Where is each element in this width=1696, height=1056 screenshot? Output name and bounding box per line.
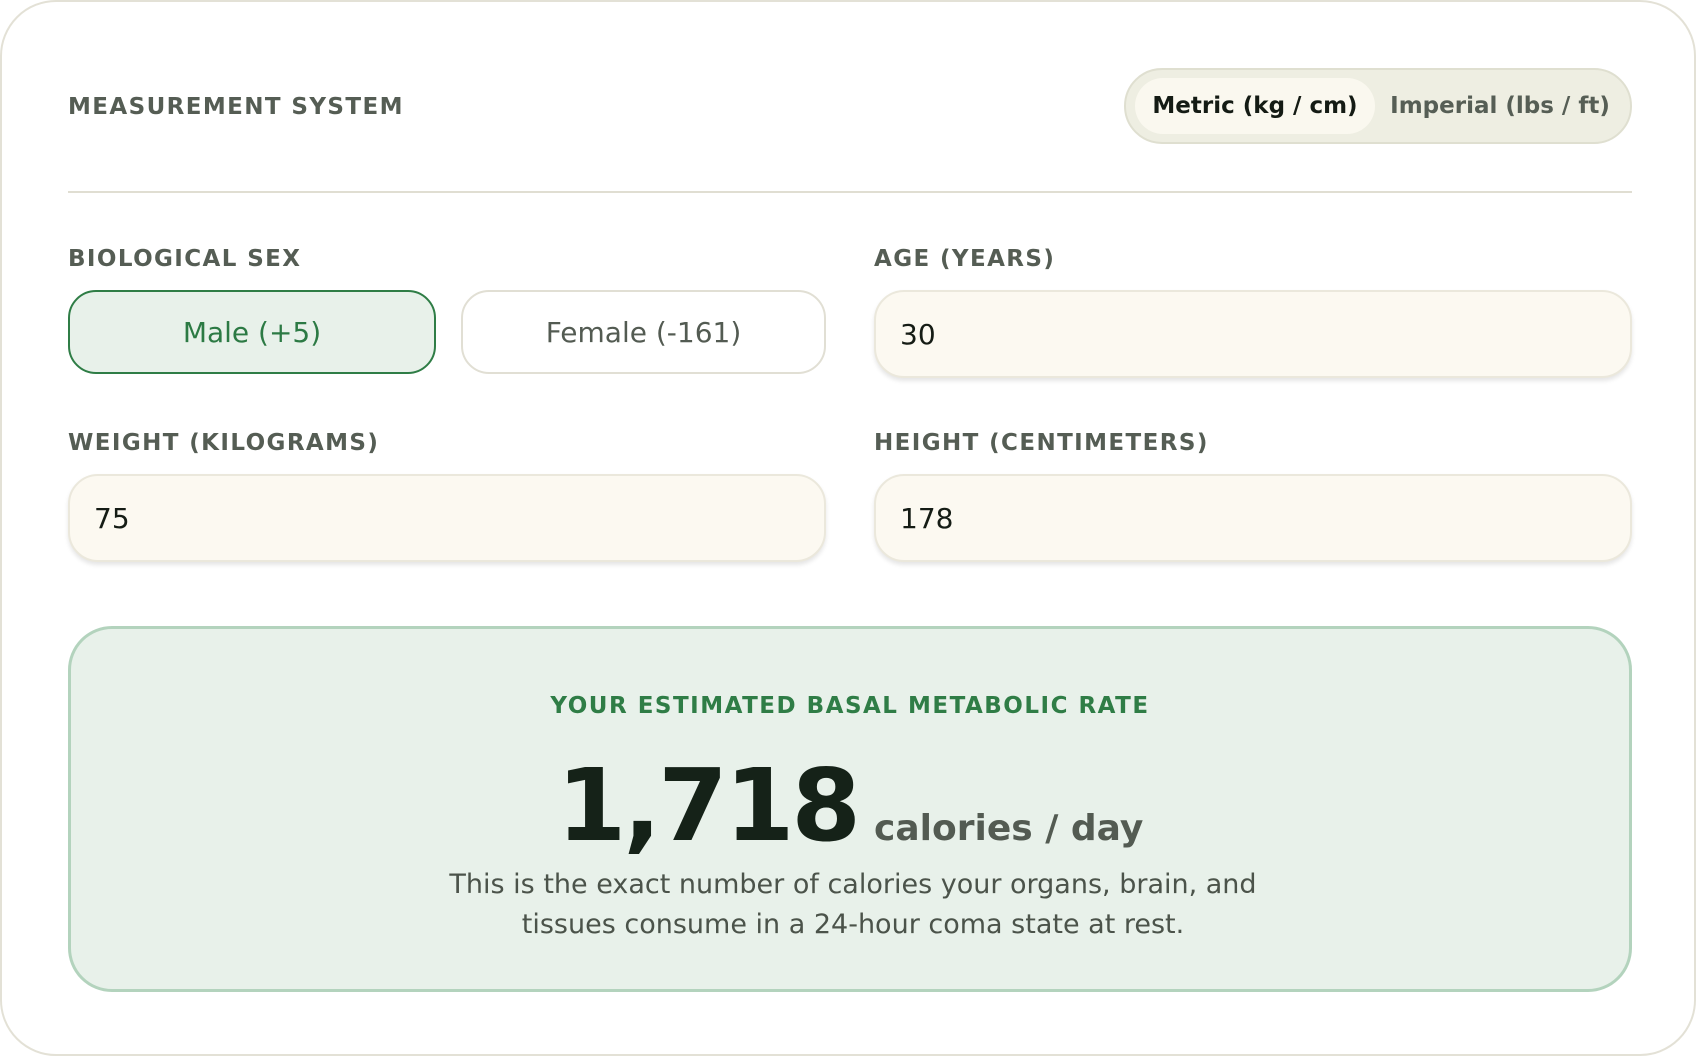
imperial-option[interactable]: Imperial (lbs / ft) <box>1376 78 1624 134</box>
weight-input[interactable]: 75 <box>68 474 826 562</box>
result-value-row: 1,718 calories / day <box>71 747 1629 864</box>
bmr-calculator-card: MEASUREMENT SYSTEM Metric (kg / cm) Impe… <box>0 0 1696 1056</box>
result-title: YOUR ESTIMATED BASAL METABOLIC RATE <box>550 693 1150 719</box>
bmr-result-panel: YOUR ESTIMATED BASAL METABOLIC RATE 1,71… <box>68 626 1632 992</box>
weight-label: WEIGHT (KILOGRAMS) <box>68 430 380 456</box>
female-button[interactable]: Female (-161) <box>461 290 826 374</box>
result-description: This is the exact number of calories you… <box>449 869 1257 940</box>
measurement-system-label: MEASUREMENT SYSTEM <box>68 94 404 120</box>
metric-option[interactable]: Metric (kg / cm) <box>1135 78 1375 134</box>
height-label: HEIGHT (CENTIMETERS) <box>874 430 1209 456</box>
age-input[interactable]: 30 <box>874 290 1632 378</box>
male-button[interactable]: Male (+5) <box>68 290 436 374</box>
bmr-value: 1,718 <box>556 747 861 864</box>
section-divider <box>68 191 1632 193</box>
measurement-system-toggle: Metric (kg / cm) Imperial (lbs / ft) <box>1124 68 1632 144</box>
height-input[interactable]: 178 <box>874 474 1632 562</box>
bmr-unit: calories / day <box>874 808 1144 849</box>
age-label: AGE (YEARS) <box>874 246 1056 272</box>
biological-sex-label: BIOLOGICAL SEX <box>68 246 302 272</box>
